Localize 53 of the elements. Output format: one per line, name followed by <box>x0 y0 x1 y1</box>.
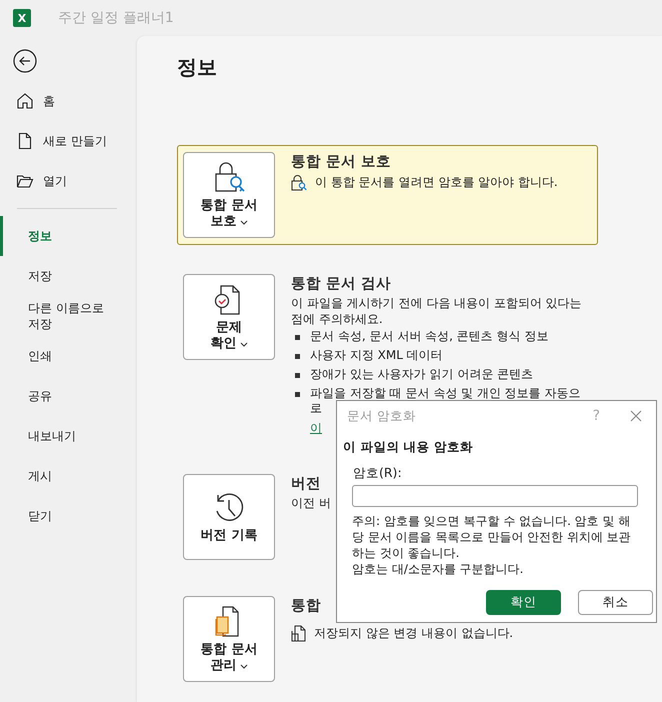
bullet-text: 사용자 지정 XML 데이터 <box>310 347 443 364</box>
bullet-icon <box>295 335 300 340</box>
section-note: 이 통합 문서를 열려면 암호를 알아야 합니다. <box>315 174 558 191</box>
link[interactable]: 이 <box>310 418 322 438</box>
cancel-button[interactable]: 취소 <box>578 590 653 615</box>
bullet-icon <box>295 373 300 378</box>
section-description: 이전 버 <box>291 495 331 511</box>
section-title: 통합 문서 검사 <box>291 275 392 294</box>
window-title: 주간 일정 플래너1 <box>58 9 174 27</box>
inspect-button[interactable]: 문제 확인 <box>183 274 275 360</box>
bullet-text: 로 <box>310 400 322 417</box>
bullet-text: 파일을 저장할 때 문서 속성 및 개인 정보를 자동으 <box>310 385 581 402</box>
sidebar-item[interactable]: 열기 <box>0 161 137 201</box>
sidebar-item[interactable]: 인쇄 <box>0 336 137 376</box>
sidebar-item[interactable]: 홈 <box>0 81 137 121</box>
section-description: 이 파일을 게시하기 전에 다음 내용이 포함되어 있다는 점에 주의하세요. <box>291 295 583 327</box>
excel-logo-icon: X <box>13 9 31 27</box>
section-title: 통합 문서 보호 <box>291 153 392 172</box>
bullet-text: 장애가 있는 사용자가 읽기 어려운 콘텐츠 <box>310 366 534 383</box>
sidebar-item[interactable]: 다른 이름으로 저장 <box>0 296 137 336</box>
sidebar-item[interactable]: 정보 <box>0 216 137 256</box>
sidebar-item[interactable]: 게시 <box>0 456 137 496</box>
password-field[interactable] <box>352 485 638 507</box>
section-title: 버전 <box>291 475 321 494</box>
sidebar-item[interactable]: 저장 <box>0 256 137 296</box>
field-label: 암호(R): <box>353 465 403 482</box>
warning-text: 주의: 암호를 잊으면 복구할 수 없습니다. 암호 및 해당 문서 이름을 목록으로 만들어 안전한 위치에 보관하는 것이 좋습니다. <box>352 513 632 561</box>
case-note: 암호는 대/소문자를 구분합니다. <box>352 561 524 577</box>
dialog-title: 문서 암호화 <box>347 408 417 424</box>
sidebar-item[interactable]: 새로 만들기 <box>0 121 137 161</box>
sidebar-item[interactable]: 내보내기 <box>0 416 137 456</box>
protect-button[interactable]: 통합 문서 보호 <box>183 152 275 238</box>
home-icon <box>16 92 34 110</box>
dialog-heading: 이 파일의 내용 암호화 <box>343 439 474 456</box>
caret-icon <box>240 220 248 224</box>
history-button[interactable]: 버전 기록 <box>183 474 275 560</box>
document-icon <box>291 625 306 642</box>
section-note: 저장되지 않은 변경 내용이 없습니다. <box>314 625 514 642</box>
ok-button[interactable]: 확인 <box>486 590 561 615</box>
lock-key-icon <box>291 174 307 191</box>
bullet-icon <box>295 354 300 359</box>
bullet-icon <box>295 392 300 397</box>
section-title: 통합 <box>291 597 321 616</box>
bullet-text: 문서 속성, 문서 서버 속성, 콘텐츠 형식 정보 <box>310 328 548 345</box>
document-icon <box>16 132 34 150</box>
close-icon[interactable] <box>630 410 642 422</box>
back-icon[interactable] <box>13 49 37 73</box>
sidebar-item[interactable]: 닫기 <box>0 496 137 536</box>
caret-icon <box>240 342 248 346</box>
manage-button[interactable]: 통합 문서 관리 <box>183 596 275 682</box>
page-title: 정보 <box>177 54 217 81</box>
sidebar-item[interactable]: 공유 <box>0 376 137 416</box>
caret-icon <box>240 664 248 668</box>
